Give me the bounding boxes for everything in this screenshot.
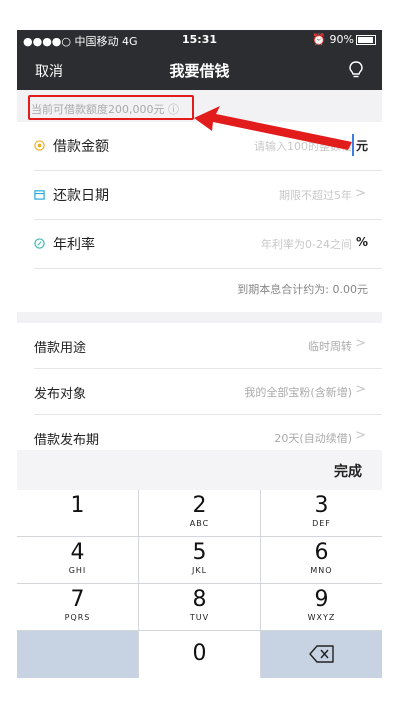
option-label: 借款发布期: [34, 433, 100, 448]
key-3[interactable]: 3 DEF: [261, 490, 382, 536]
annotation-highlight-box: [28, 95, 194, 120]
key-letters: PQRS: [64, 613, 91, 622]
backspace-icon: [308, 645, 334, 663]
key-2[interactable]: 2 ABC: [139, 490, 260, 536]
key-letters: ABC: [189, 519, 210, 528]
chevron-right-icon: >: [355, 186, 366, 201]
key-digit: 7: [70, 587, 85, 612]
key-digit: 4: [70, 540, 85, 565]
key-digit: 3: [314, 493, 329, 518]
amount-row[interactable]: 借款金额 请输入100的整数倍 元: [17, 122, 382, 170]
battery-percent: 90%: [329, 33, 354, 46]
rate-label: 年利率: [53, 237, 95, 253]
key-letters: JKL: [191, 566, 208, 575]
option-label: 发布对象: [34, 387, 87, 402]
key-1[interactable]: 1: [17, 490, 138, 536]
amount-label: 借款金额: [53, 139, 109, 155]
delete-key[interactable]: [261, 631, 382, 678]
lightbulb-icon[interactable]: [346, 60, 366, 80]
key-letters: WXYZ: [307, 613, 336, 622]
page-title: 我要借钱: [169, 62, 230, 80]
repay-date-label: 还款日期: [53, 188, 109, 204]
option-row[interactable]: 发布对象 我的全部宝粉(含新增) >: [17, 369, 382, 415]
percent-icon: [34, 238, 45, 249]
calendar-icon: [34, 190, 45, 200]
rate-input[interactable]: 年利率为0-24之间: [261, 236, 352, 252]
option-label: 借款用途: [34, 341, 87, 356]
amount-unit: 元: [355, 139, 368, 153]
status-bar: ●●●●○ 中国移动 4G 15:31 ⏰ 90%: [17, 30, 382, 50]
key-9[interactable]: 9 WXYZ: [261, 584, 382, 630]
amount-input[interactable]: 请输入100的整数倍: [254, 138, 352, 154]
key-letters: GHI: [68, 566, 87, 575]
key-0[interactable]: 0: [139, 631, 260, 678]
key-6[interactable]: 6 MNO: [261, 537, 382, 583]
key-digit: 1: [70, 493, 85, 518]
key-digit: 8: [192, 587, 207, 612]
key-4[interactable]: 4 GHI: [17, 537, 138, 583]
key-digit: 9: [314, 587, 329, 612]
key-letters: TUV: [189, 613, 210, 622]
option-value: 我的全部宝粉(含新增): [244, 386, 352, 399]
cancel-button[interactable]: 取消: [35, 61, 63, 81]
key-digit: 2: [192, 493, 207, 518]
rate-unit: %: [355, 235, 368, 249]
keyboard-toolbar: 完成: [17, 450, 382, 490]
key-5[interactable]: 5 JKL: [139, 537, 260, 583]
battery-icon: [356, 35, 376, 45]
phone-screen: ●●●●○ 中国移动 4G 15:31 ⏰ 90% 取消 我要借钱 当前可借款额…: [17, 30, 382, 678]
loan-form: 借款金额 请输入100的整数倍 元 还款日期 期限不超过5年 > 年利率 年利率…: [17, 122, 382, 312]
key-digit: 5: [192, 540, 207, 565]
option-value: 20天(自动续借): [274, 432, 352, 445]
done-button[interactable]: 完成: [334, 461, 362, 481]
nav-bar: 取消 我要借钱: [17, 50, 382, 90]
key-letters: MNO: [310, 566, 333, 575]
option-row[interactable]: 借款用途 临时周转 >: [17, 323, 382, 369]
divider: [34, 268, 382, 269]
battery-status: ⏰ 90%: [312, 33, 376, 46]
repay-date-row[interactable]: 还款日期 期限不超过5年 >: [17, 171, 382, 219]
key-letters: DEF: [312, 519, 331, 528]
text-cursor: [352, 134, 354, 156]
chevron-right-icon: >: [355, 382, 366, 397]
loan-options: 借款用途 临时周转 > 发布对象 我的全部宝粉(含新增) > 借款发布期 20天…: [17, 323, 382, 461]
chevron-right-icon: >: [355, 428, 366, 443]
option-value: 临时周转: [308, 340, 352, 353]
key-7[interactable]: 7 PQRS: [17, 584, 138, 630]
chevron-right-icon: >: [355, 336, 366, 351]
key-digit: 0: [192, 641, 207, 666]
rate-row[interactable]: 年利率 年利率为0-24之间 %: [17, 220, 382, 268]
numeric-keypad: 1 2 ABC 3 DEF 4 GHI 5 JKL 6 MNO 7 PQRS 8 TUV 9W…: [17, 490, 382, 678]
key-blank: [17, 631, 138, 678]
repay-date-value: 期限不超过5年: [279, 189, 352, 202]
alarm-icon: ⏰: [312, 33, 330, 46]
coin-icon: [34, 140, 45, 151]
key-8[interactable]: 8 TUV: [139, 584, 260, 630]
key-digit: 6: [314, 540, 329, 565]
total-summary: 到期本息合计约为: 0.00元: [237, 283, 368, 296]
